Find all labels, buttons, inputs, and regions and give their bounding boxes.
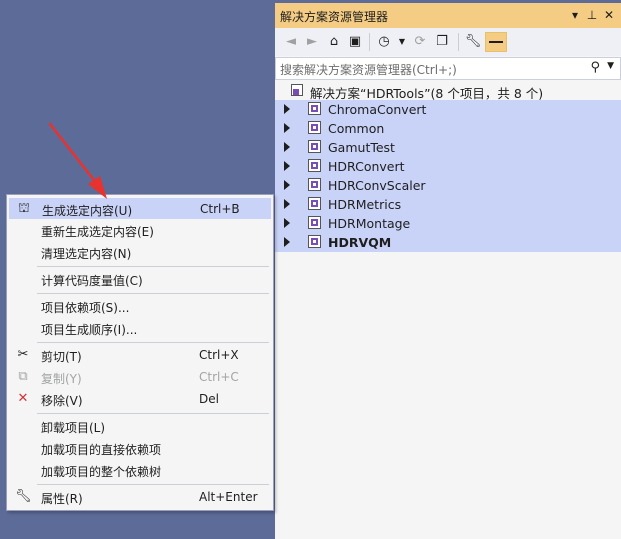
panel-toolbar: ◄ ► ⌂ ▣ ◷ ▼ ⟳ ❐ 🔧︎ [275,28,621,56]
menu-item[interactable]: 卸载项目(L) [9,416,271,437]
menu-item: ⧉ 复制(Y) Ctrl+C [9,367,271,388]
menu-item[interactable]: 🔧︎ 属性(R) Alt+Enter [9,487,271,508]
cpp-project-icon [308,235,321,248]
toolbar-separator [458,33,459,51]
project-label: ChromaConvert [328,102,427,117]
remove-icon: ✕ [17,391,29,406]
back-icon[interactable]: ◄ [282,33,300,51]
close-icon[interactable]: ✕ [602,7,616,23]
menu-item[interactable]: 清理选定内容(N) [9,242,271,263]
refresh-icon[interactable]: ⟳ [411,33,429,51]
menu-item-label: 重新生成选定内容(E) [41,225,154,239]
menu-item[interactable]: 加载项目的直接依赖项 [9,438,271,459]
project-node[interactable]: HDRMetrics [275,195,621,214]
menu-item-label: 清理选定内容(N) [41,247,132,261]
expand-arrow-icon[interactable] [284,218,290,228]
expand-arrow-icon[interactable] [284,237,290,247]
toolbar-separator [369,33,370,51]
menu-item-shortcut: Alt+Enter [199,490,258,504]
home-icon[interactable]: ⌂ [325,33,343,51]
menu-item-label: 生成选定内容(U) [42,204,133,218]
context-menu: ⛫ 生成选定内容(U) Ctrl+B 重新生成选定内容(E) 清理选定内容(N) 计算代码… [6,194,274,511]
panel-title: 解决方案资源管理器 [280,10,389,24]
chevron-down-icon[interactable]: ▼ [393,33,411,51]
menu-separator [37,266,269,267]
cpp-project-icon [308,102,321,115]
menu-item-label: 项目生成顺序(I)... [41,323,138,337]
build-icon: ⛫ [18,201,30,216]
cpp-project-icon [308,121,321,134]
collapse-all-icon[interactable]: ❐ [433,33,451,51]
solution-explorer-panel: 解决方案资源管理器 ▾ ⊥ ✕ ◄ ► ⌂ ▣ ◷ ▼ ⟳ ❐ 🔧︎ 搜索解决方… [275,3,621,539]
menu-item[interactable]: 加载项目的整个依赖树 [9,460,271,481]
project-node[interactable]: Common [275,119,621,138]
project-label: Common [328,121,385,136]
menu-item-label: 复制(Y) [41,372,82,386]
dropdown-icon[interactable]: ▾ [568,7,582,23]
menu-item-label: 属性(R) [41,492,83,506]
copy-icon: ⧉ [18,369,28,384]
search-input[interactable]: 搜索解决方案资源管理器(Ctrl+;) ⚲ ▼ [275,57,621,80]
search-options-chevron-icon[interactable]: ▼ [607,61,614,71]
menu-item[interactable]: ⛫ 生成选定内容(U) Ctrl+B [9,198,271,219]
wrench-icon: 🔧︎ [15,489,32,504]
solution-icon [291,83,304,96]
menu-item-label: 加载项目的直接依赖项 [41,443,162,457]
forward-icon[interactable]: ► [303,33,321,51]
menu-separator [37,293,269,294]
menu-separator [37,413,269,414]
menu-item[interactable]: ✂ 剪切(T) Ctrl+X [9,345,271,366]
expand-arrow-icon[interactable] [284,104,290,114]
project-label: GamutTest [328,140,395,155]
menu-item[interactable]: 重新生成选定内容(E) [9,220,271,241]
expand-arrow-icon[interactable] [284,123,290,133]
menu-item-shortcut: Del [199,392,219,406]
preview-selected-items-button[interactable] [485,32,507,52]
pending-changes-filter-icon[interactable]: ◷ [375,33,393,51]
expand-arrow-icon[interactable] [284,180,290,190]
project-node[interactable]: GamutTest [275,138,621,157]
menu-item-label: 移除(V) [41,394,83,408]
menu-item-label: 加载项目的整个依赖树 [41,465,162,479]
panel-title-bar: 解决方案资源管理器 ▾ ⊥ ✕ [275,3,621,28]
wrench-icon[interactable]: 🔧︎ [464,33,482,51]
project-node[interactable]: HDRVQM [275,233,621,252]
project-node[interactable]: HDRMontage [275,214,621,233]
menu-item-shortcut: Ctrl+C [199,370,239,384]
menu-item-label: 项目依赖项(S)... [41,301,130,315]
search-placeholder: 搜索解决方案资源管理器(Ctrl+;) [280,63,457,77]
project-node[interactable]: ChromaConvert [275,100,621,119]
cpp-project-icon [308,197,321,210]
expand-arrow-icon[interactable] [284,142,290,152]
expand-arrow-icon[interactable] [284,199,290,209]
search-icon[interactable]: ⚲ [590,60,600,75]
cpp-project-icon [308,159,321,172]
menu-separator [37,484,269,485]
pin-icon[interactable]: ⊥ [585,7,599,23]
menu-item-shortcut: Ctrl+B [200,202,240,216]
menu-item[interactable]: 项目依赖项(S)... [9,296,271,317]
project-node[interactable]: HDRConvert [275,157,621,176]
solution-node[interactable]: 解决方案“HDRTools”(8 个项目，共 8 个) [275,81,621,101]
cpp-project-icon [308,178,321,191]
menu-item[interactable]: ✕ 移除(V) Del [9,389,271,410]
project-node[interactable]: HDRConvScaler [275,176,621,195]
project-label: HDRMetrics [328,197,402,212]
menu-item-label: 剪切(T) [41,350,82,364]
project-label: HDRVQM [328,235,392,250]
project-label: HDRConvScaler [328,178,426,193]
project-label: HDRMontage [328,216,411,231]
menu-item-shortcut: Ctrl+X [199,348,239,362]
menu-item[interactable]: 计算代码度量值(C) [9,269,271,290]
menu-separator [37,342,269,343]
menu-item-label: 计算代码度量值(C) [41,274,143,288]
menu-item-label: 卸载项目(L) [41,421,106,435]
expand-arrow-icon[interactable] [284,161,290,171]
cpp-project-icon [308,140,321,153]
scissors-icon: ✂ [17,347,29,362]
switch-views-icon[interactable]: ▣ [346,33,364,51]
menu-item[interactable]: 项目生成顺序(I)... [9,318,271,339]
cpp-project-icon [308,216,321,229]
project-label: HDRConvert [328,159,405,174]
